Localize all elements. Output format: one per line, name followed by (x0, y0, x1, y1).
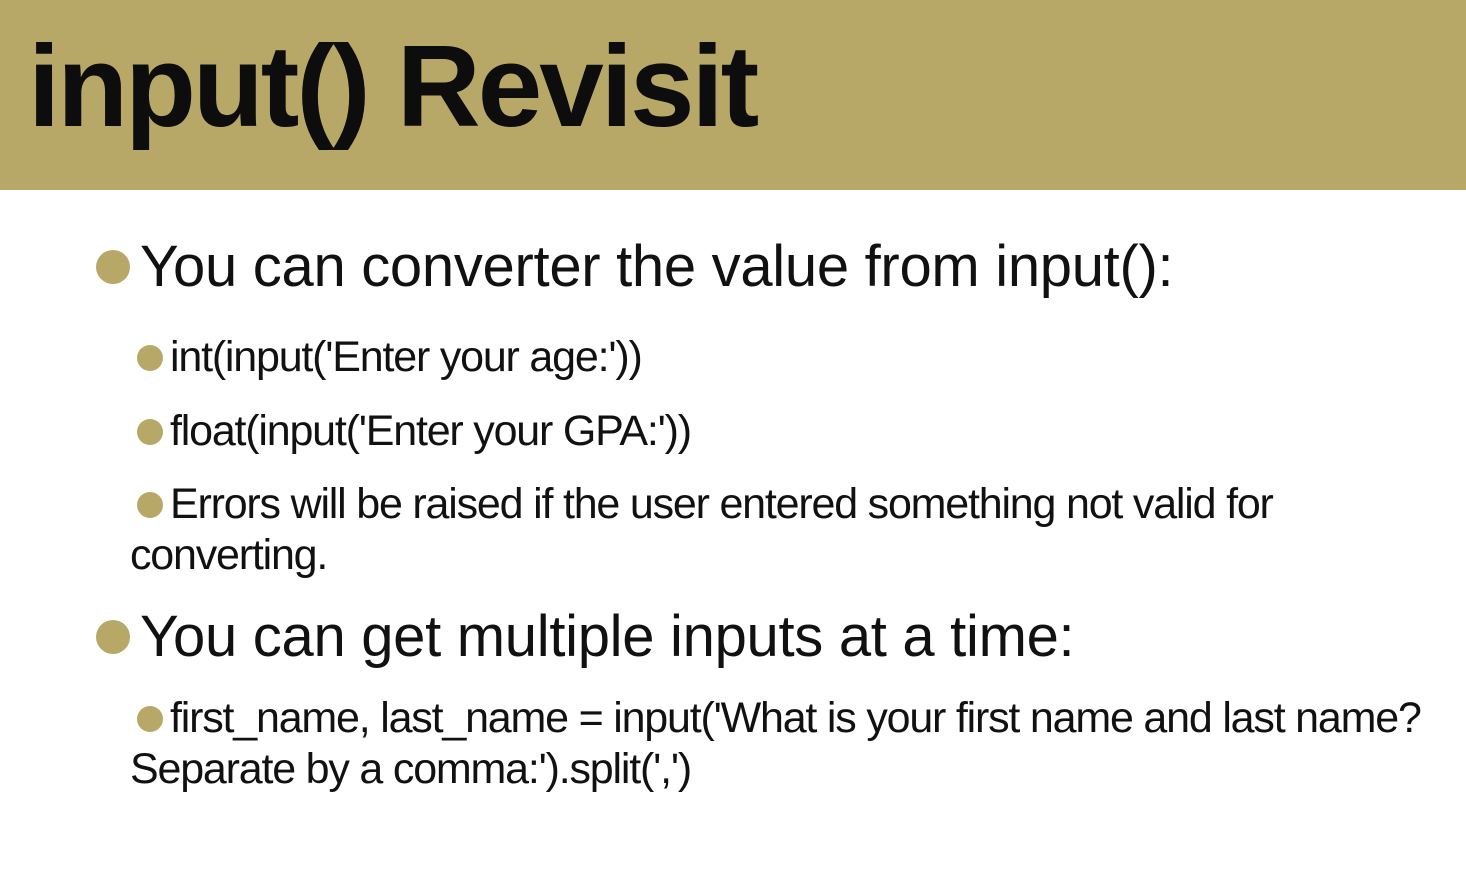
bullet-multiple-inputs: You can get multiple inputs at a time: (140, 604, 1075, 669)
sub-bullet-int-example: int(input('Enter your age:')) (170, 333, 643, 381)
sub-bullet-split-example: first_name, last_name = input('What is y… (130, 694, 1422, 793)
bullet-dot-icon (96, 620, 130, 654)
bullet-dot-icon (96, 250, 130, 284)
sub-bullet-errors-note: Errors will be raised if the user entere… (130, 480, 1274, 579)
slide-body: You can converter the value from input()… (0, 190, 1466, 870)
bullet-convert-values: You can converter the value from input()… (140, 234, 1174, 299)
sub-bullet-float-example: float(input('Enter your GPA:')) (170, 407, 692, 455)
title-bar: input() Revisit (0, 0, 1466, 190)
slide-title: input() Revisit (28, 21, 759, 151)
